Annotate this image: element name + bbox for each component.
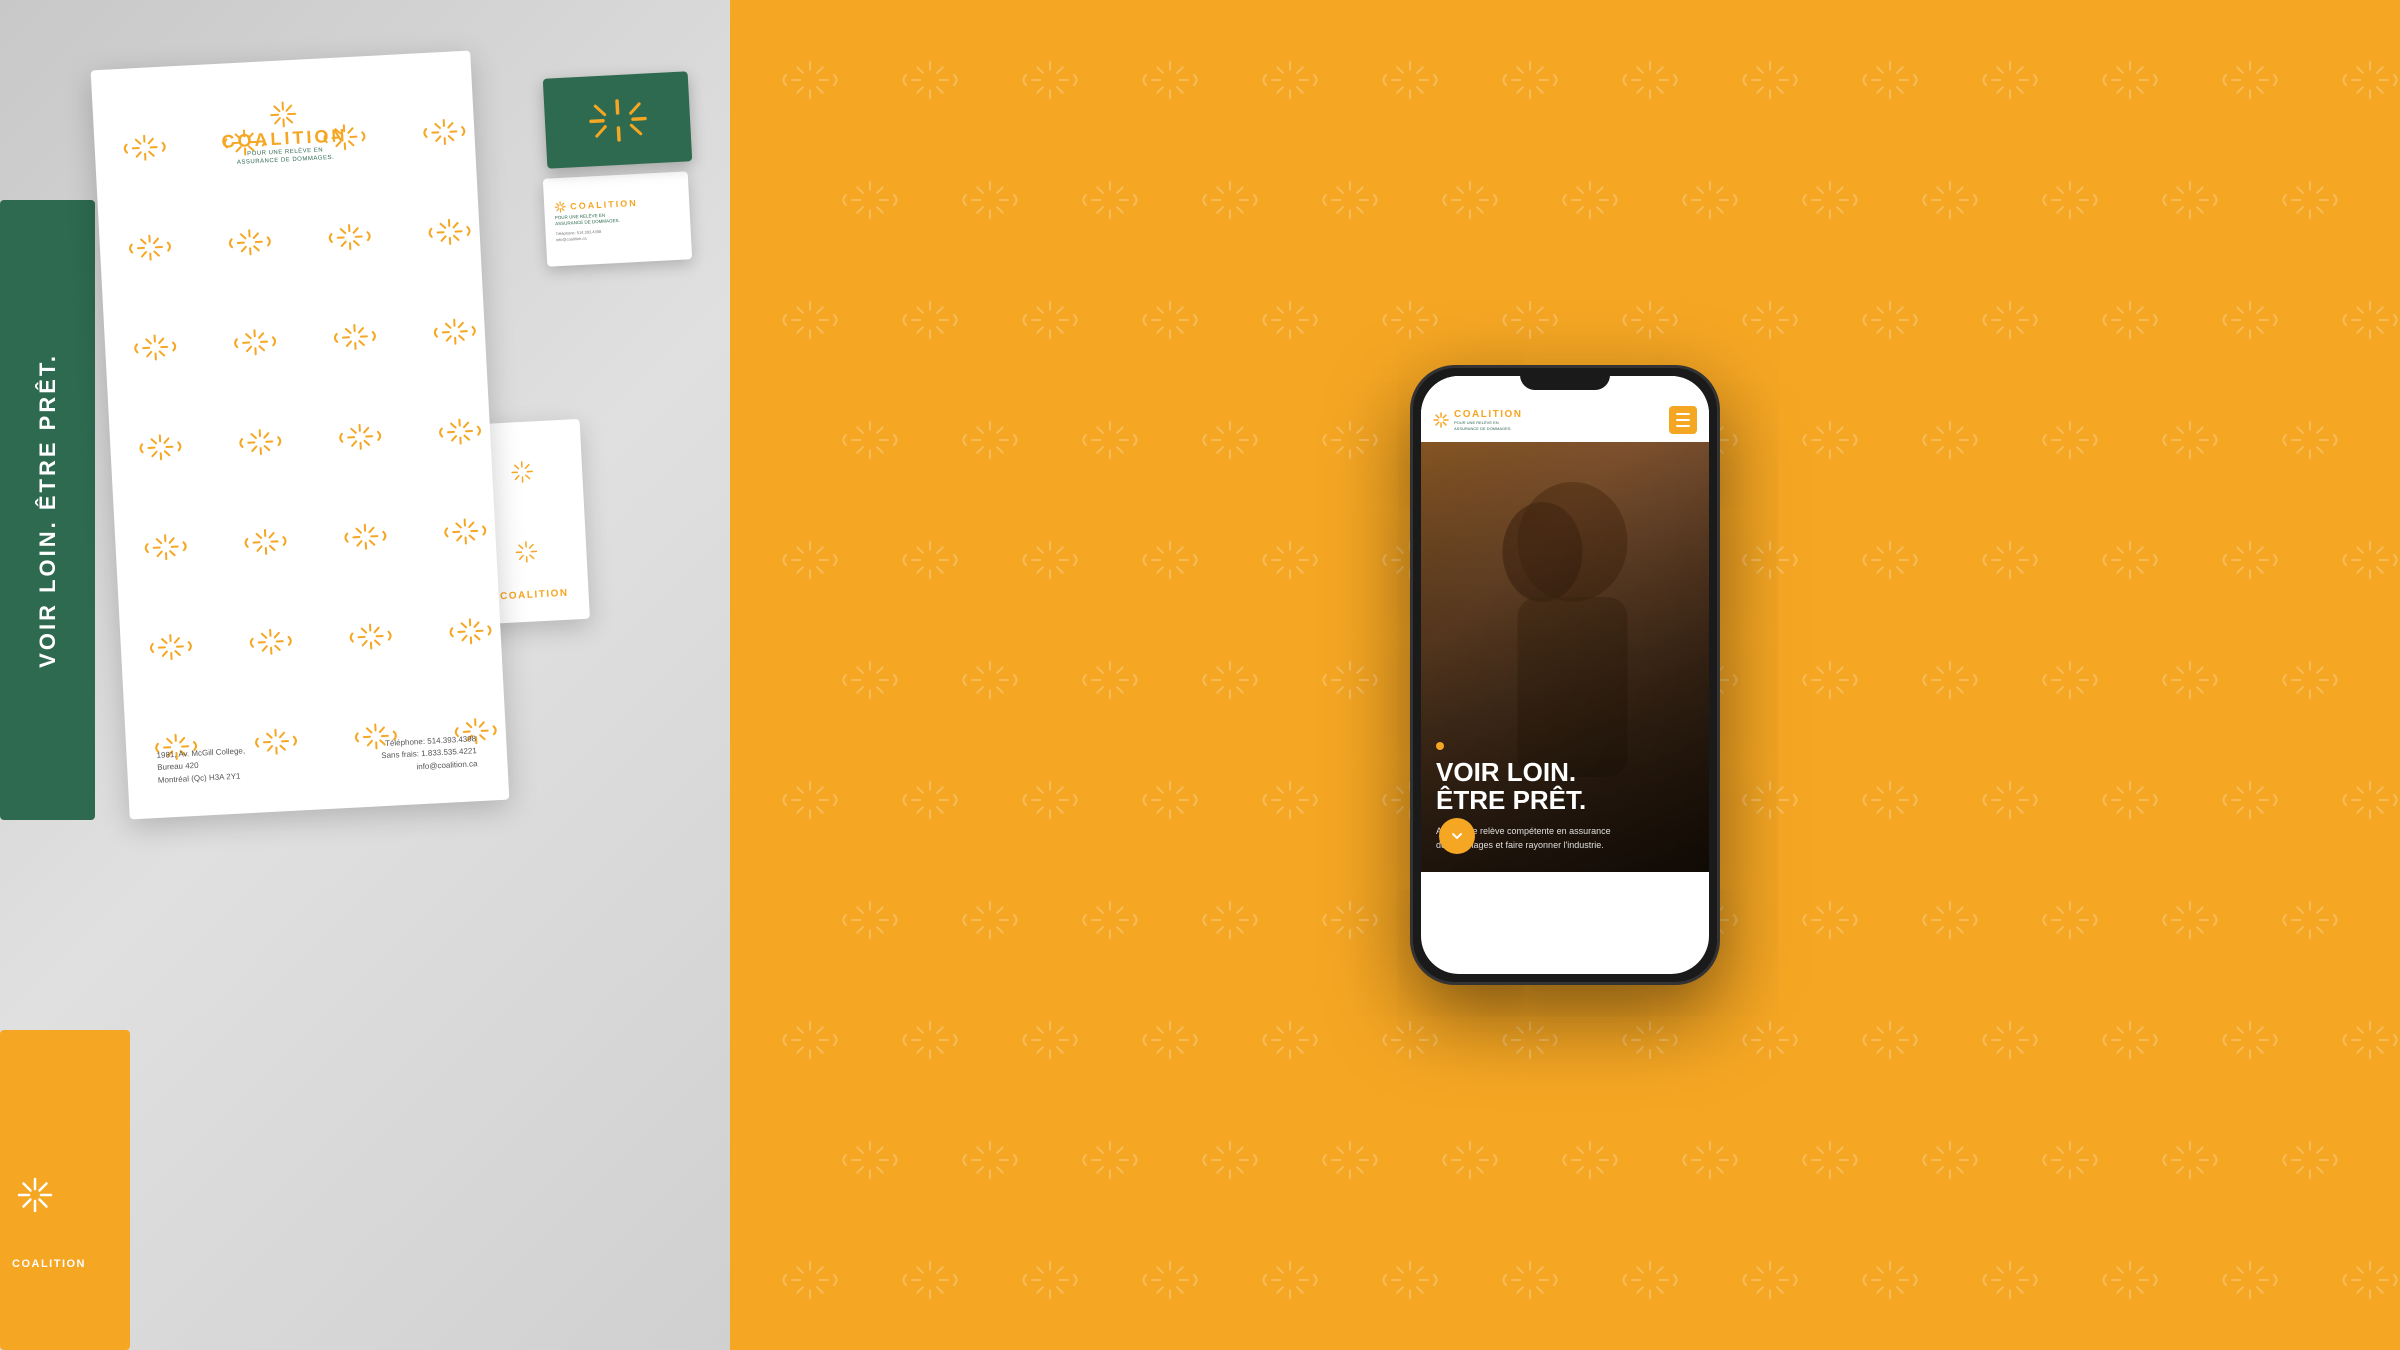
phone-hero-headline: VOIR LOIN. ÊTRE PRÊT. (1436, 758, 1694, 815)
orange-card-burst-icon (15, 1175, 55, 1215)
letterhead-logo: COALITION POUR UNE RELÈVE ENASSURANCE DE… (220, 97, 349, 168)
hamburger-line-1 (1676, 413, 1690, 415)
phone-header-brand-name: COALITION (1454, 409, 1523, 420)
phone-logo: COALITION POUR UNE RELÈVE ENASSURANCE DE… (1433, 409, 1523, 430)
right-panel: COALITION POUR UNE RELÈVE ENASSURANCE DE… (730, 0, 2400, 1350)
hamburger-line-2 (1676, 419, 1690, 421)
phone-notch (1520, 368, 1610, 390)
green-business-card (543, 71, 693, 168)
phone-scroll-button[interactable] (1439, 818, 1475, 854)
letterhead-pattern (91, 51, 510, 820)
green-card-text: VOIR LOIN. ÊTRE PRÊT. (35, 353, 61, 668)
phone-header-tagline: POUR UNE RELÈVE ENASSURANCE DE DOMMAGES. (1454, 420, 1523, 430)
phone-menu-button[interactable] (1669, 406, 1697, 434)
phone-logo-icon (1433, 412, 1449, 428)
orange-card-coalition-text: COALITION (12, 1258, 125, 1270)
business-card-tagline: POUR UNE RELÈVE ENASSURANCE DE DOMMAGES. (555, 212, 620, 227)
phone-screen: COALITION POUR UNE RELÈVE ENASSURANCE DE… (1421, 376, 1709, 974)
letterhead-address: 1981, Av. McGill College, Bureau 420 Mon… (156, 745, 247, 788)
business-card-brand-name: COALITION (570, 198, 638, 212)
left-panel: VOIR LOIN. ÊTRE PRÊT. COALITION (0, 0, 730, 1350)
hamburger-line-3 (1676, 425, 1690, 427)
letterhead: COALITION POUR UNE RELÈVE ENASSURANCE DE… (91, 51, 510, 820)
phone-hero-section: VOIR LOIN. ÊTRE PRÊT. Attirer une relève… (1421, 442, 1709, 872)
scroll-down-icon (1449, 828, 1465, 844)
phone-hero-dot (1436, 742, 1444, 750)
green-card-burst-icon (586, 96, 648, 144)
white-business-card: COALITION POUR UNE RELÈVE ENASSURANCE DE… (543, 171, 692, 266)
business-card-burst-icon (554, 201, 567, 214)
business-card-info: Téléphone: 514.393.4398 info@coalition.c… (556, 229, 602, 243)
green-vertical-card: VOIR LOIN. ÊTRE PRÊT. (0, 200, 95, 820)
envelope-brand-text: COALITION (500, 587, 569, 602)
letterhead-burst-icon (268, 100, 297, 129)
orange-card: COALITION (0, 1030, 130, 1350)
phone-mockup: COALITION POUR UNE RELÈVE ENASSURANCE DE… (1410, 365, 1720, 985)
